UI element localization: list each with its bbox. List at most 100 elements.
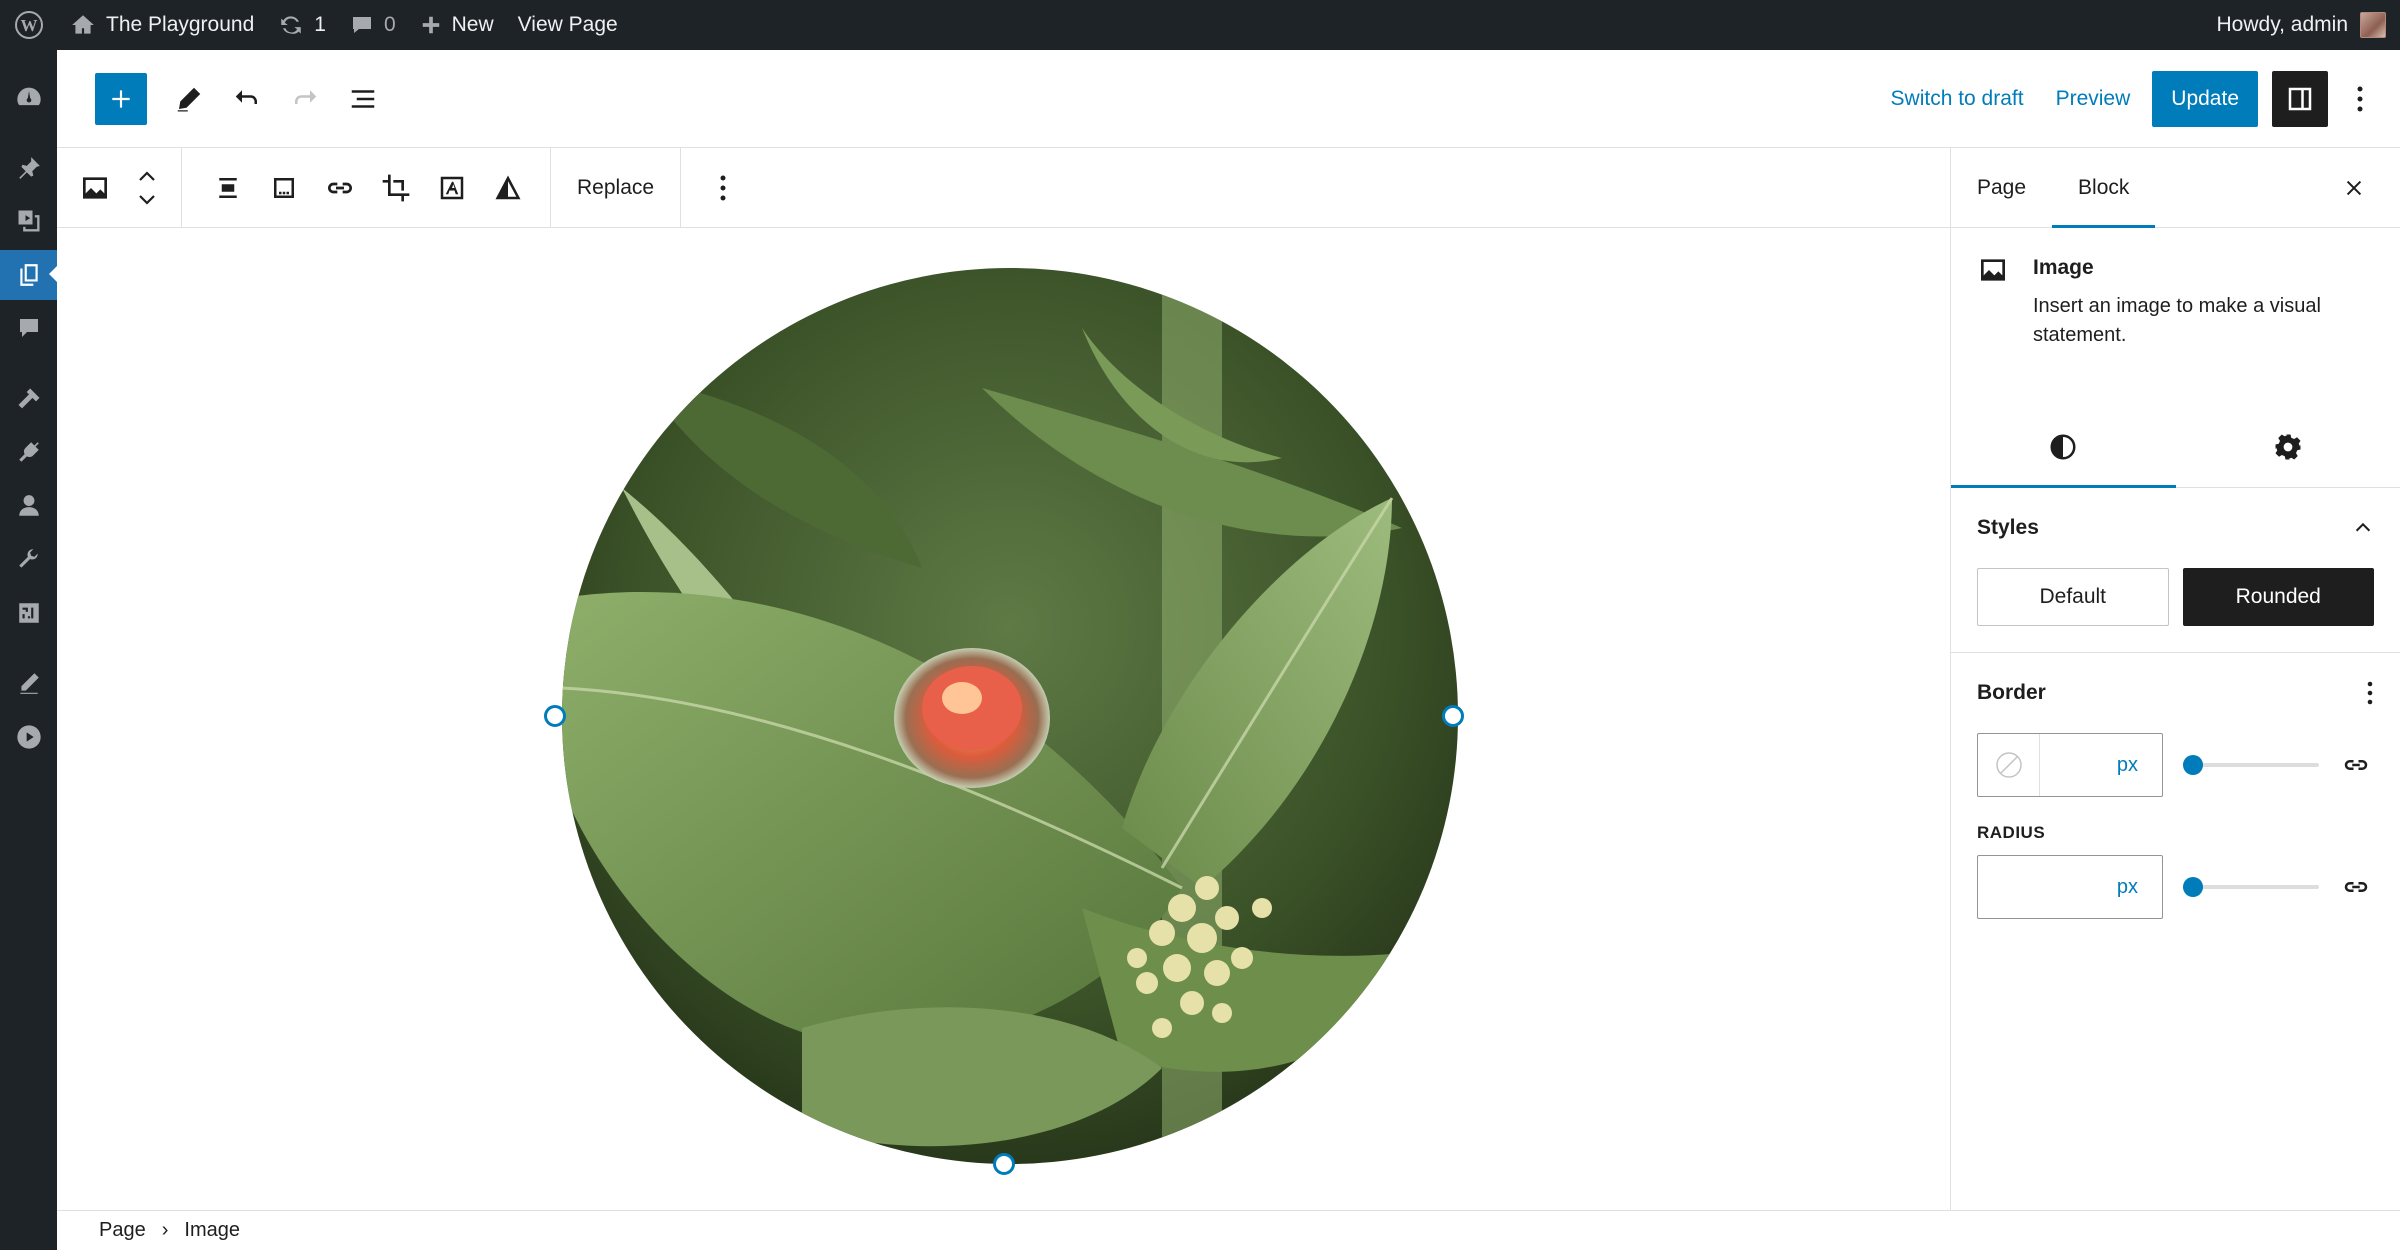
text-overlay-button[interactable] (424, 160, 480, 216)
border-radius-input[interactable]: px (1977, 855, 2163, 919)
half-circle-contrast-icon (2050, 434, 2076, 459)
tools-icon[interactable] (0, 534, 57, 584)
unlink-radius-button[interactable] (2338, 869, 2374, 905)
posts-icon[interactable] (0, 143, 57, 193)
comments-link[interactable]: 0 (338, 0, 408, 50)
block-title: Image (2033, 256, 2094, 279)
unlink-sides-button[interactable] (2338, 747, 2374, 783)
settings-sidebar-toggle[interactable] (2272, 70, 2328, 127)
style-default-button[interactable]: Default (1977, 568, 2169, 626)
settings-sidebar: Page Block Image Insert an image to make… (1950, 148, 2400, 1210)
block-type-switcher[interactable] (67, 160, 123, 216)
redo-button[interactable] (281, 75, 329, 123)
settings-icon[interactable] (0, 588, 57, 638)
users-icon[interactable] (0, 481, 57, 531)
view-page-link[interactable]: View Page (506, 0, 630, 50)
media-icon[interactable] (0, 196, 57, 246)
border-radius-slider[interactable] (2183, 877, 2319, 897)
styles-panel: Styles Default Rounded (1951, 488, 2400, 653)
wordpress-logo-icon[interactable]: W (0, 0, 58, 50)
preview-button[interactable]: Preview (2040, 87, 2147, 111)
tab-block[interactable]: Block (2052, 148, 2156, 228)
border-width-input[interactable]: px (1977, 733, 2163, 797)
site-name-link[interactable]: The Playground (58, 0, 266, 50)
image-block[interactable] (562, 268, 1458, 1164)
admin-bar: W The Playground 1 0 New View Page Howdy… (0, 0, 2400, 50)
more-vertical-icon (720, 175, 726, 200)
new-content-link[interactable]: New (408, 0, 506, 50)
styles-title: Styles (1977, 516, 2039, 539)
undo-icon (235, 89, 257, 104)
breadcrumb-image[interactable]: Image (184, 1219, 240, 1242)
plus-icon (422, 16, 439, 34)
slider-knob[interactable] (2183, 755, 2203, 775)
duotone-button[interactable] (480, 160, 536, 216)
border-unit[interactable]: px (2117, 754, 2138, 777)
list-view-icon (351, 89, 375, 108)
chevron-down-icon[interactable] (137, 193, 157, 207)
update-button[interactable]: Update (2152, 70, 2258, 127)
caption-button[interactable] (256, 160, 312, 216)
styles-panel-header[interactable]: Styles (1977, 488, 2374, 568)
chevron-up-icon[interactable] (137, 169, 157, 183)
align-button[interactable] (200, 160, 256, 216)
block-inserter-button[interactable] (95, 72, 147, 125)
block-options-button[interactable] (695, 160, 751, 216)
edit-icon[interactable] (0, 658, 57, 708)
sidebar-tabs: Page Block (1951, 148, 2400, 228)
avatar (2360, 12, 2386, 38)
options-menu-button[interactable] (2336, 71, 2384, 127)
breadcrumb-page[interactable]: Page (99, 1219, 146, 1242)
block-toolbar: Replace (57, 148, 1950, 228)
breadcrumb: Page › Image (57, 1210, 2400, 1250)
tab-settings[interactable] (2176, 406, 2400, 487)
slider-knob[interactable] (2183, 877, 2203, 897)
link-button[interactable] (312, 160, 368, 216)
close-sidebar-button[interactable] (2334, 168, 2374, 208)
pencil-icon (177, 87, 201, 111)
appearance-icon[interactable] (0, 374, 57, 424)
border-color-swatch[interactable] (1978, 734, 2040, 796)
more-vertical-icon (2357, 86, 2363, 111)
tools-pencil-button[interactable] (165, 75, 213, 123)
switch-to-draft-button[interactable]: Switch to draft (1875, 87, 2040, 111)
my-account-link[interactable]: Howdy, admin (2205, 0, 2386, 50)
more-vertical-icon[interactable] (2366, 680, 2374, 706)
pages-icon[interactable] (0, 250, 57, 300)
dashboard-icon[interactable] (0, 72, 57, 122)
style-rounded-button[interactable]: Rounded (2182, 568, 2374, 626)
resize-handle-bottom[interactable] (993, 1153, 1015, 1175)
duotone-icon (495, 175, 521, 199)
radius-unit[interactable]: px (2117, 876, 2138, 899)
image-icon (1981, 259, 2005, 281)
document-overview-button[interactable] (339, 75, 387, 123)
greeting: Howdy, admin (2216, 13, 2349, 36)
svg-text:W: W (21, 16, 38, 35)
border-panel-header: Border (1977, 653, 2374, 733)
comments-icon[interactable] (0, 303, 57, 353)
crop-button[interactable] (368, 160, 424, 216)
replace-button[interactable]: Replace (571, 176, 660, 200)
sidebar-icon (2288, 87, 2312, 110)
plugins-icon[interactable] (0, 427, 57, 477)
resize-handle-left[interactable] (544, 705, 566, 727)
block-inspector-tabs (1951, 406, 2400, 488)
video-icon[interactable] (0, 712, 57, 762)
editor-canvas (57, 228, 1950, 1210)
chevron-up-icon (2355, 522, 2371, 532)
undo-button[interactable] (223, 75, 271, 123)
caption-icon (274, 177, 294, 198)
no-color-icon (1995, 752, 2022, 778)
comments-count: 0 (383, 13, 396, 36)
align-center-icon (219, 177, 237, 198)
site-name: The Playground (106, 13, 255, 36)
border-width-slider[interactable] (2183, 755, 2319, 775)
resize-handle-right[interactable] (1442, 705, 1464, 727)
comment-bubble-icon (352, 17, 371, 33)
chevron-right-icon: › (161, 1219, 169, 1241)
tab-styles[interactable] (1951, 406, 2176, 488)
tab-page[interactable]: Page (1951, 148, 2052, 227)
crop-icon (382, 174, 410, 201)
editor-header: Switch to draft Preview Update (57, 50, 2400, 148)
updates-link[interactable]: 1 (266, 0, 338, 50)
